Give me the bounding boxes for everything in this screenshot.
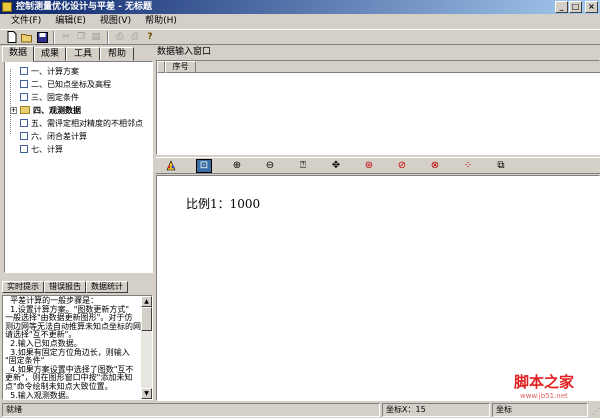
tree-item-label: 一、计算方案 bbox=[31, 67, 79, 76]
tree-item-label: 五、需评定相对精度的不相邻点 bbox=[31, 119, 143, 128]
resize-grip-icon[interactable]: ⋰ bbox=[588, 406, 600, 418]
tree-item-label: 二、已知点坐标及高程 bbox=[31, 80, 111, 89]
scroll-down-icon[interactable]: ▼ bbox=[141, 388, 152, 399]
tree-item-closure[interactable]: 六、闭合差计算 bbox=[20, 131, 87, 143]
menu-help[interactable]: 帮助(H) bbox=[138, 14, 184, 28]
status-coord-x: 坐标X：15 bbox=[382, 403, 490, 417]
tree-item-label: 四、观测数据 bbox=[33, 106, 81, 115]
tree-node-icon bbox=[20, 80, 28, 88]
tree-item-relative-accuracy[interactable]: 五、需评定相对精度的不相邻点 bbox=[20, 118, 143, 130]
color-palette-icon[interactable] bbox=[163, 159, 179, 173]
tree-node-icon bbox=[20, 119, 28, 127]
menu-view[interactable]: 视图(V) bbox=[93, 14, 138, 28]
tree-item-label: 七、计算 bbox=[31, 145, 63, 154]
menu-edit[interactable]: 编辑(E) bbox=[48, 14, 93, 28]
tree-line bbox=[10, 69, 11, 134]
tab-help[interactable]: 帮助 bbox=[100, 47, 134, 61]
column-header-index[interactable]: 序号 bbox=[165, 61, 196, 73]
tree-item-label: 三、固定条件 bbox=[31, 93, 79, 102]
maximize-button[interactable]: □ bbox=[569, 1, 582, 13]
select-tool-icon[interactable]: ⊡ bbox=[196, 158, 212, 173]
tree-item-label: 六、闭合差计算 bbox=[31, 132, 87, 141]
menu-bar: 文件(F) 编辑(E) 视图(V) 帮助(H) bbox=[0, 14, 600, 28]
connect-points-icon[interactable]: ⁘ bbox=[460, 159, 476, 173]
tree-item-known-points[interactable]: 二、已知点坐标及高程 bbox=[20, 79, 111, 91]
left-tabs: 数据 成果 工具 帮助 bbox=[2, 46, 153, 62]
tree-node-icon bbox=[20, 145, 28, 153]
print-icon[interactable]: ⎙ bbox=[128, 30, 142, 44]
tree-node-icon bbox=[20, 132, 28, 140]
tree-item-plan[interactable]: 一、计算方案 bbox=[20, 66, 79, 78]
grid-corner bbox=[157, 61, 165, 73]
grid-header-fill bbox=[196, 61, 600, 73]
graphics-toolbar: ⊡ ⊕ ⊖ ⍰ ✥ ⊛ ⊘ ⊗ ⁘ ⧉ bbox=[156, 157, 600, 174]
status-text: 就绪 bbox=[2, 403, 380, 417]
title-bar: 控制测量优化设计与平差 - 无标题 _ □ × bbox=[0, 0, 600, 14]
hint-text: 平差计算的一般步骤是： 1.设置计算方案。"图数更新方式" 一般选择"由数据更新… bbox=[5, 296, 141, 400]
copy-icon[interactable]: ❐ bbox=[74, 30, 88, 44]
tab-results[interactable]: 成果 bbox=[34, 47, 66, 61]
help-icon[interactable]: ? bbox=[143, 30, 157, 44]
zoom-out-icon[interactable]: ⊖ bbox=[262, 159, 278, 173]
tree-node-icon bbox=[20, 93, 28, 101]
graphics-canvas[interactable]: 比例1：1000 脚本之家 www.jb51.net bbox=[156, 175, 600, 401]
hint-scrollbar[interactable]: ▲ ▼ bbox=[141, 296, 152, 399]
grid-header: 序号 bbox=[157, 61, 600, 73]
refresh-icon[interactable]: ⧉ bbox=[493, 159, 509, 173]
expand-icon[interactable]: + bbox=[10, 107, 17, 114]
open-folder-icon[interactable] bbox=[20, 30, 34, 44]
status-bar: 就绪 坐标X：15 坐标 ⋰ bbox=[0, 402, 600, 418]
move-point-icon[interactable]: ⊘ bbox=[394, 159, 410, 173]
toolbar-separator bbox=[53, 30, 55, 44]
toolbar-separator bbox=[107, 30, 109, 44]
pan-icon[interactable]: ✥ bbox=[328, 159, 344, 173]
main-toolbar: ✂ ❐ ▤ ⎙ ⎙ ? bbox=[0, 29, 600, 45]
cut-icon[interactable]: ✂ bbox=[59, 30, 73, 44]
scroll-thumb[interactable] bbox=[141, 307, 152, 331]
menu-file[interactable]: 文件(F) bbox=[4, 14, 48, 28]
tree-item-compute[interactable]: 七、计算 bbox=[20, 144, 63, 156]
delete-point-icon[interactable]: ⊗ bbox=[427, 159, 443, 173]
close-button[interactable]: × bbox=[585, 1, 598, 13]
tab-realtime-hint[interactable]: 实时提示 bbox=[2, 281, 44, 293]
data-grid[interactable]: 序号 bbox=[156, 60, 600, 155]
tree-item-observations[interactable]: + 四、观测数据 bbox=[10, 105, 81, 117]
watermark: 脚本之家 www.jb51.net bbox=[514, 371, 599, 401]
status-coord-y: 坐标 bbox=[492, 403, 588, 417]
tab-tools[interactable]: 工具 bbox=[66, 47, 100, 61]
bottom-tabs: 实时提示 错误报告 数据统计 bbox=[2, 281, 153, 294]
tab-error-report[interactable]: 错误报告 bbox=[44, 281, 86, 293]
watermark-url: www.jb51.net bbox=[520, 392, 568, 400]
data-tree: 一、计算方案 二、已知点坐标及高程 三、固定条件 + 四、观测数据 五、需评定相对… bbox=[4, 61, 153, 273]
new-file-icon[interactable] bbox=[5, 30, 19, 44]
folder-icon bbox=[20, 106, 30, 114]
tab-data[interactable]: 数据 bbox=[2, 46, 34, 62]
data-panel-title: 数据输入窗口 bbox=[157, 47, 212, 57]
data-tree-panel: 数据 成果 工具 帮助 一、计算方案 二、已知点坐标及高程 三、固定条件 + 四、… bbox=[2, 46, 153, 277]
tree-node-icon bbox=[20, 67, 28, 75]
hint-panel: 实时提示 错误报告 数据统计 平差计算的一般步骤是： 1.设置计算方案。"图数更… bbox=[2, 281, 153, 400]
scale-label: 比例1：1000 bbox=[186, 197, 261, 211]
zoom-in-icon[interactable]: ⊕ bbox=[229, 159, 245, 173]
hint-textbox[interactable]: 平差计算的一般步骤是： 1.设置计算方案。"图数更新方式" 一般选择"由数据更新… bbox=[2, 295, 153, 400]
zoom-window-icon[interactable]: ⍰ bbox=[295, 159, 311, 173]
window-title: 控制测量优化设计与平差 - 无标题 bbox=[16, 2, 153, 12]
tab-data-stats[interactable]: 数据统计 bbox=[86, 281, 128, 293]
scroll-up-icon[interactable]: ▲ bbox=[141, 296, 152, 307]
print-preview-icon[interactable]: ⎙ bbox=[113, 30, 127, 44]
minimize-button[interactable]: _ bbox=[555, 1, 568, 13]
paste-icon[interactable]: ▤ bbox=[89, 30, 103, 44]
tree-item-fixed-conditions[interactable]: 三、固定条件 bbox=[20, 92, 79, 104]
app-icon bbox=[2, 2, 12, 12]
watermark-main: 脚本之家 bbox=[514, 373, 575, 391]
save-icon[interactable] bbox=[35, 30, 49, 44]
window-controls: _ □ × bbox=[555, 1, 598, 13]
add-point-icon[interactable]: ⊛ bbox=[361, 159, 377, 173]
